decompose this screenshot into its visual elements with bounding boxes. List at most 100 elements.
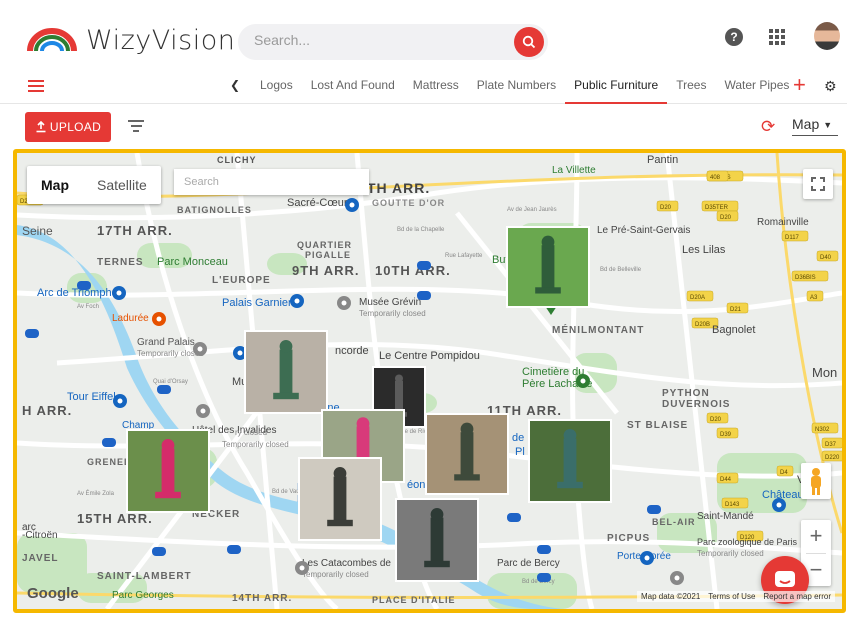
poi-pin-dot [200,408,206,414]
photo-fountain-body [333,476,347,525]
tab-list: Logos Lost And Found Mattress Plate Numbers… [251,72,798,104]
poi-pin-dot [294,298,300,304]
photo-fountain-body [541,245,555,292]
photo-fountain-base [424,560,450,568]
app-header: WizyVision ? [0,0,847,72]
apps-icon[interactable] [769,29,785,45]
photo-fountain-top [395,374,403,383]
tab-plate-numbers[interactable]: Plate Numbers [468,72,565,104]
map-label: DUVERNOIS [662,399,730,410]
map-label: PLACE D'ITALIE [372,595,455,605]
metro-station-icon [25,329,39,338]
view-select[interactable]: Map ▼ [792,116,838,136]
tab-logos[interactable]: Logos [251,72,302,104]
map-label: Tour Eiffel [67,391,116,403]
tab-public-furniture[interactable]: Public Furniture [565,72,668,104]
map-label: Parc zoologique de Paris [697,537,798,547]
metro-station-icon [102,438,116,447]
search-icon [522,35,536,49]
menu-icon[interactable] [28,80,44,92]
fullscreen-icon[interactable] [803,169,833,199]
map-type-satellite[interactable]: Satellite [83,166,161,204]
report-error-link[interactable]: Report a map error [763,592,831,601]
photo-fountain-base [454,474,480,481]
road-shield-label: A3 [810,295,818,301]
map-type-map[interactable]: Map [27,166,83,204]
metro-station-icon [647,505,661,514]
tab-water-pipes[interactable]: Water Pipes [715,72,798,104]
google-logo: Google [27,585,79,602]
metro-station-icon [417,261,431,270]
poi-pin-dot [197,346,203,352]
map-attribution: Map data ©2021 Terms of Use Report a map… [637,591,835,602]
map-label: Av Émile Zola [77,490,115,497]
poi-pin-dot [237,350,243,356]
pegman-icon[interactable] [801,463,831,499]
poi-pin-dot [117,398,123,404]
photo-fountain-body [430,517,444,566]
photo-fountain-base [327,519,353,527]
map-label: Les Lilas [682,244,726,256]
search-input[interactable] [254,32,504,48]
map-label: PICPUS [607,533,650,544]
refresh-icon[interactable]: ⟳ [761,118,775,135]
add-icon[interactable]: + [793,74,806,96]
map-label: éon [407,479,425,491]
map-label: Seine [22,224,53,238]
tab-mattress[interactable]: Mattress [404,72,468,104]
upload-label: UPLOAD [49,120,102,134]
map-label: TH ARR. [367,180,430,196]
avatar[interactable] [814,22,840,50]
metro-station-icon [537,545,551,554]
upload-icon [36,121,46,133]
search-button[interactable] [514,27,544,57]
upload-button[interactable]: UPLOAD [25,112,111,142]
metro-station-icon [157,385,171,394]
map-label: Temporarily closed [222,440,289,449]
gear-icon[interactable]: ⚙ [824,78,837,95]
wizyvision-logo[interactable]: WizyVision [26,24,235,56]
map-label: 14TH ARR. [232,593,292,604]
poi-pin-dot [644,555,650,561]
poi-pin-dot [116,290,122,296]
road-shield-label: D39 [720,432,732,438]
map-label: Temporarily closed [697,549,764,558]
road-shield-label: D37 [825,442,837,448]
poi-pin-dot [299,565,305,571]
map-canvas[interactable]: D35BISD20D35TERD20D117D40D36BISD20AD21A3… [17,153,842,609]
map-label: Parc Georges [112,590,174,601]
chevron-left-icon[interactable]: ❮ [230,78,240,92]
photo-fountain-top [563,429,577,442]
map-label: Cimetière du [522,366,584,378]
map-search-input[interactable] [174,169,369,195]
map-label: Bd de la Chapelle [397,227,445,233]
terms-link[interactable]: Terms of Use [708,592,755,601]
map-label: 10TH ARR. [375,263,451,278]
app-name: WizyVision [86,24,236,56]
toolbar: UPLOAD ⟳ Map ▼ [0,104,847,148]
map-label: 17TH ARR. [97,223,173,238]
photo-fountain-body [161,448,175,497]
road-shield-label: D20 [660,205,672,211]
road-shield-label: D117 [785,235,800,241]
filter-icon[interactable] [128,120,144,132]
map-label: Sacré-Cœur [287,197,348,209]
map-label: Av de Jean Jaurès [507,207,557,213]
metro-station-icon [77,281,91,290]
zoom-in-icon[interactable]: + [801,520,831,553]
help-icon[interactable]: ? [725,28,743,46]
map-label: PIGALLE [305,250,351,260]
collection-tabbar: ❮ Logos Lost And Found Mattress Plate Numbe… [0,72,847,104]
photo-fountain-base [273,392,299,400]
road-shield-label: N302 [815,427,830,433]
map-label: SAINT-LAMBERT [97,571,192,582]
map-label: Mon [812,365,837,380]
map-label: 15TH ARR. [77,511,153,526]
tab-lost-and-found[interactable]: Lost And Found [302,72,404,104]
road-shield-label: D36BIS [795,275,816,281]
photo-fountain-body [563,438,577,487]
metro-station-icon [537,573,551,582]
map-view[interactable]: D35BISD20D35TERD20D117D40D36BISD20AD21A3… [13,149,846,613]
tab-trees[interactable]: Trees [667,72,715,104]
view-select-value: Map [792,116,820,132]
